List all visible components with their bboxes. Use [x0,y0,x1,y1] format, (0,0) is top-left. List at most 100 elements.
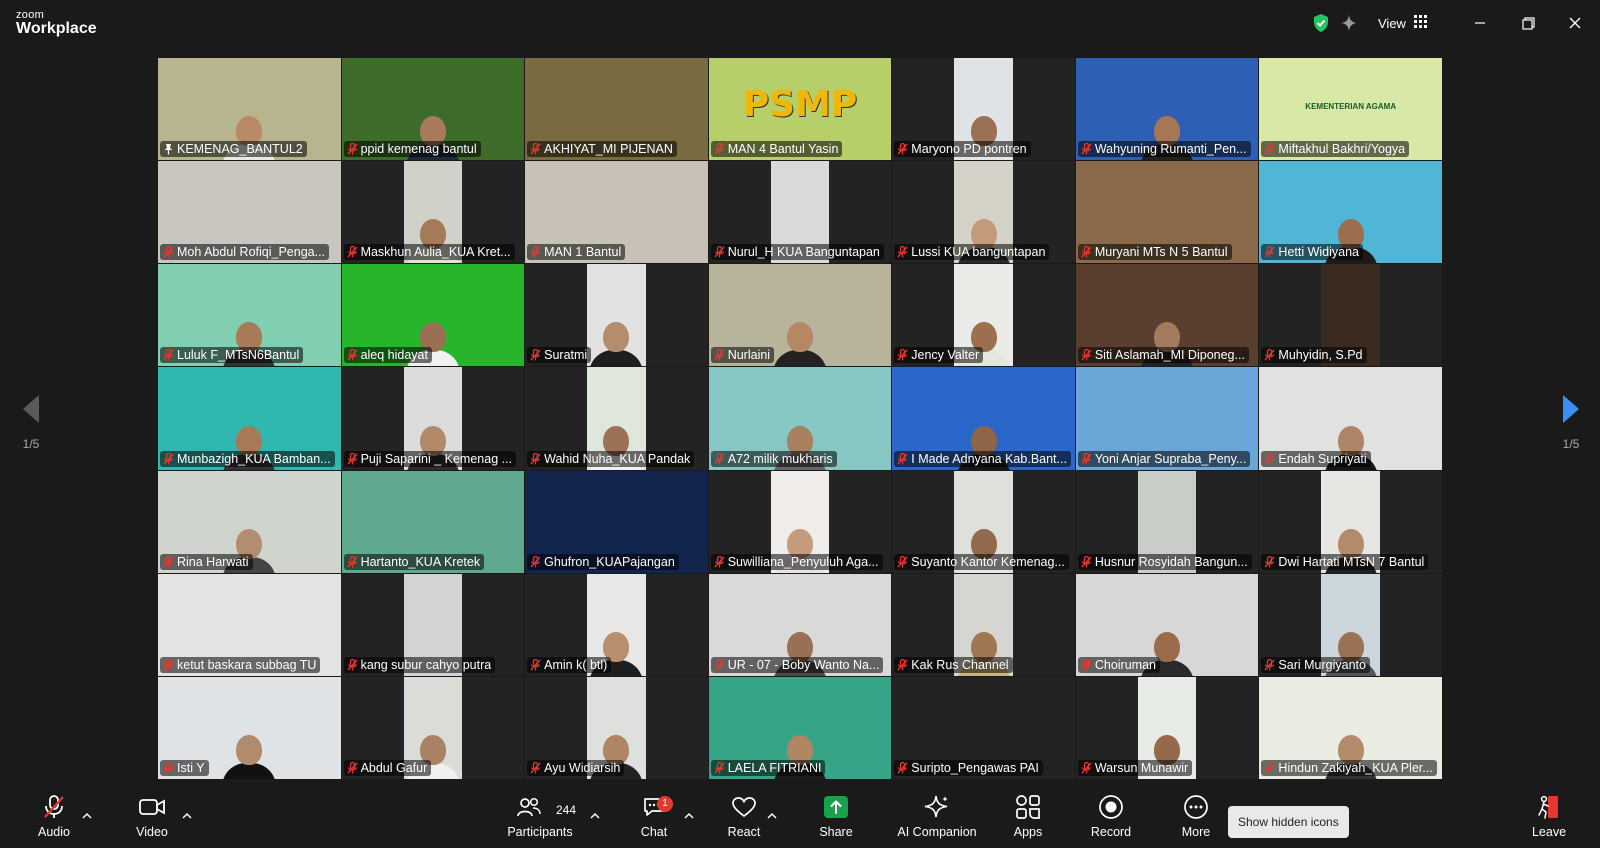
participant-tile[interactable]: Maskhun Aulia_KUA Kret... [341,161,525,264]
participant-tile[interactable]: kang subur cahyo putra [341,573,525,676]
participant-tile[interactable]: Hartanto_KUA Kretek [341,470,525,573]
participants-button[interactable]: Participants [504,790,576,848]
virtual-background-banner: KEMENTERIAN AGAMA [1305,102,1397,111]
participant-tile[interactable]: KEMENTERIAN AGAMA Miftakhul Bakhri/Yogya [1259,58,1442,161]
more-button[interactable]: More [1174,790,1218,848]
participant-tile[interactable]: Maryono PD pontren [892,58,1075,161]
share-button[interactable]: Share [816,790,856,848]
participant-tile[interactable]: aleq hidayat [341,264,525,367]
sparkle-icon[interactable] [1338,12,1360,34]
react-button[interactable]: React [722,790,766,848]
participant-name-tag: Husnur Rosyidah Bangun... [1077,553,1252,570]
participant-name-tag: A72 milik mukharis [710,450,837,467]
participant-name-tag: Lussi KUA banguntapan [894,244,1050,261]
close-icon[interactable] [1561,10,1589,36]
audio-options-chevron-icon[interactable] [82,806,94,819]
participant-name-tag: Isti Y [160,760,209,776]
chevron-right-icon[interactable] [1561,394,1581,424]
participant-tile[interactable]: Suripto_Pengawas PAI [892,676,1075,779]
participant-tile[interactable]: Endah Supriyati [1259,367,1442,470]
participant-tile[interactable]: Munbazigh_KUA Bamban... [158,367,341,470]
participant-tile[interactable]: Wahid Nuha_KUA Pandak [525,367,708,470]
prev-page[interactable]: 1/5 [11,394,51,451]
participant-tile[interactable]: Suyanto Kantor Kemenag... [892,470,1075,573]
participant-name-tag: Amin k( btl) [527,656,612,673]
participants-options-chevron-icon[interactable] [590,806,602,819]
participants-count: 244 [556,803,577,817]
participant-tile[interactable]: ppid kemenag bantul [341,58,525,161]
participant-tile[interactable]: UR - 07 - Boby Wanto Na... [708,573,892,676]
participant-tile[interactable]: Hetti Widiyana [1259,161,1442,264]
participant-tile[interactable]: Muhyidin, S.Pd [1259,264,1442,367]
react-options-chevron-icon[interactable] [767,806,779,819]
participant-tile[interactable]: Yoni Anjar Supraba_Peny... [1075,367,1259,470]
participant-name: Suripto_Pengawas PAI [911,761,1039,775]
participant-tile[interactable]: Sari Murgiyanto [1259,573,1442,676]
participant-tile[interactable]: LAELA FITRIANI [708,676,892,779]
apps-label: Apps [1013,825,1043,839]
participant-tile[interactable]: Nurlaini [708,264,892,367]
apps-button[interactable]: Apps [1006,790,1050,848]
participant-tile[interactable]: Jency Valter [892,264,1075,367]
audio-button[interactable]: Audio [34,790,74,848]
participant-tile[interactable]: Choiruman [1075,573,1259,676]
participant-name-tag: I Made Adnyana Kab.Bant... [894,450,1071,467]
participant-tile[interactable]: KEMENAG_BANTUL2 [158,58,341,161]
video-options-chevron-icon[interactable] [182,806,194,819]
participant-tile[interactable]: Amin k( btl) [525,573,708,676]
participant-name-tag: aleq hidayat [343,347,432,364]
participant-tile[interactable]: Isti Y [158,676,341,779]
participant-tile[interactable]: Rina Harwati [158,470,341,573]
participant-tile[interactable]: Husnur Rosyidah Bangun... [1075,470,1259,573]
muted-mic-icon [714,555,725,568]
minimize-icon[interactable] [1466,10,1494,36]
record-button[interactable]: Record [1086,790,1136,848]
restore-icon[interactable] [1514,10,1542,36]
participant-name: Luluk F_MTsN6Bantul [177,348,300,363]
participant-tile[interactable]: Dwi Hartati MTsN 7 Bantul [1259,470,1442,573]
next-page[interactable]: 1/5 [1551,394,1591,451]
participant-tile[interactable]: MAN 1 Bantul [525,161,708,264]
participant-name-tag: Suyanto Kantor Kemenag... [894,553,1069,570]
muted-mic-icon [714,349,725,361]
participant-tile[interactable]: ketut baskara subbag TU [158,573,341,676]
participant-tile[interactable]: Moh Abdul Rofiqi_Penga... [158,161,341,264]
participant-tile[interactable]: Muryani MTs N 5 Bantul [1075,161,1259,264]
muted-mic-icon [163,246,174,258]
chevron-left-icon[interactable] [21,394,41,424]
participant-tile[interactable]: Lussi KUA banguntapan [892,161,1075,264]
participant-tile[interactable]: PSMP MAN 4 Bantul Yasin [708,58,892,161]
participant-tile[interactable]: Puji Saparini _ Kemenag ... [341,367,525,470]
participant-tile[interactable]: AKHIYAT_MI PIJENAN [525,58,708,161]
shield-check-icon[interactable] [1310,12,1332,34]
participant-name-tag: Nurlaini [710,347,775,364]
participant-name-tag: Maryono PD pontren [894,141,1031,158]
participant-name-tag: Nurul_H KUA Banguntapan [710,244,884,261]
participant-tile[interactable]: Nurul_H KUA Banguntapan [708,161,892,264]
muted-mic-icon [897,658,908,671]
participant-tile[interactable]: I Made Adnyana Kab.Bant... [892,367,1075,470]
grid-icon [1413,15,1427,31]
participant-tile[interactable]: Wahyuning Rumanti_Pen... [1075,58,1259,161]
participant-tile[interactable]: Siti Aslamah_MI Diponeg... [1075,264,1259,367]
participant-name: Dwi Hartati MTsN 7 Bantul [1278,554,1425,569]
participant-tile[interactable]: Suwilliana_Penyuluh Aga... [708,470,892,573]
participant-tile[interactable]: Suratmi [525,264,708,367]
participant-tile[interactable]: Luluk F_MTsN6Bantul [158,264,341,367]
participant-name: Ayu Widiarsih [544,761,621,775]
leave-button[interactable]: Leave [1526,790,1572,848]
ai-companion-button[interactable]: AI Companion [892,790,982,848]
chat-unread-badge: 1 [657,796,673,812]
participant-tile[interactable]: Hindun Zakiyah_KUA Pler... [1259,676,1442,779]
video-button[interactable]: Video [130,790,174,848]
participant-tile[interactable]: A72 milik mukharis [708,367,892,470]
chat-options-chevron-icon[interactable] [684,806,696,819]
participant-tile[interactable]: Warsun Munawir [1075,676,1259,779]
participant-name: Hindun Zakiyah_KUA Pler... [1278,761,1433,775]
participant-tile[interactable]: Kak Rus Channel [892,573,1075,676]
participant-tile[interactable]: Abdul Gafur [341,676,525,779]
participant-tile[interactable]: Ghufron_KUAPajangan [525,470,708,573]
view-button[interactable]: View [1378,12,1427,34]
video-grid: KEMENAG_BANTUL2 ppid kemenag bantul AKHIYA… [158,58,1442,779]
participant-tile[interactable]: Ayu Widiarsih [525,676,708,779]
